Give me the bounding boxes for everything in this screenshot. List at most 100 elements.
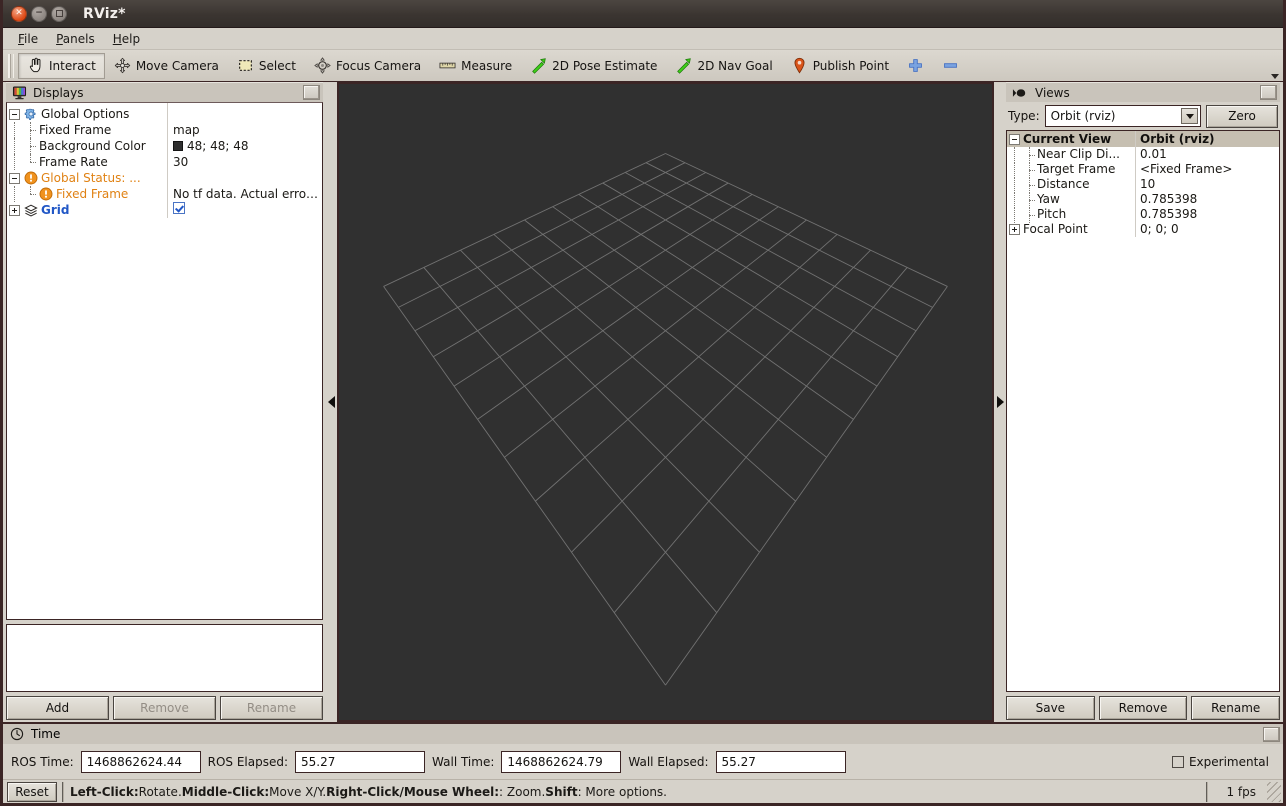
wall-time-input[interactable]: 1468862624.79: [501, 751, 621, 773]
views-panel-close-button[interactable]: [1260, 85, 1277, 100]
ros-time-input[interactable]: 1468862624.44: [81, 751, 201, 773]
menu-file[interactable]: File: [9, 30, 47, 48]
experimental-checkbox[interactable]: [1172, 756, 1184, 768]
views-row-near-clip-distance[interactable]: Near Clip Di... 0.01: [1007, 147, 1279, 162]
add-display-button[interactable]: Add: [6, 696, 109, 720]
views-row-focal-point[interactable]: Focal Point 0; 0; 0: [1007, 222, 1279, 237]
views-row-yaw[interactable]: Yaw 0.785398: [1007, 192, 1279, 207]
window-maximize-button[interactable]: [51, 6, 67, 22]
minus-icon: [942, 57, 959, 74]
remove-display-button[interactable]: Remove: [113, 696, 216, 720]
expander-collapse-icon[interactable]: [1009, 134, 1020, 145]
tool-remove-tool-button[interactable]: [933, 53, 968, 79]
views-label: Target Frame: [1037, 162, 1115, 177]
views-value-near-clip[interactable]: 0.01: [1135, 147, 1279, 162]
left-splitter-handle[interactable]: [325, 82, 337, 722]
rename-display-button[interactable]: Rename: [220, 696, 323, 720]
views-label: Pitch: [1037, 207, 1066, 222]
tree-value-frame-rate[interactable]: 30: [167, 154, 322, 170]
views-row-current-view[interactable]: Current View Orbit (rviz): [1007, 131, 1279, 147]
expander-collapse-icon[interactable]: [9, 109, 20, 120]
displays-panel-title: Displays: [33, 86, 303, 100]
displays-tree: Global Options Fixed Frame map: [7, 103, 322, 218]
chevron-down-icon[interactable]: [1181, 108, 1198, 124]
views-value-target-frame[interactable]: <Fixed Frame>: [1135, 162, 1279, 177]
window-close-button[interactable]: ✕: [11, 6, 27, 22]
wall-elapsed-input[interactable]: 55.27: [716, 751, 846, 773]
menu-help[interactable]: Help: [104, 30, 149, 48]
maximize-icon: [56, 10, 63, 17]
tool-add-tool-button[interactable]: [898, 53, 933, 79]
collapse-left-arrow-icon[interactable]: [328, 396, 335, 408]
time-fields-row: ROS Time: 1468862624.44 ROS Elapsed: 55.…: [3, 744, 1283, 779]
time-panel-header: Time: [3, 724, 1283, 744]
grid-enabled-checkbox[interactable]: [173, 202, 185, 214]
tree-row-background-color[interactable]: Background Color 48; 48; 48: [7, 138, 322, 154]
tree-value-fixed-frame[interactable]: map: [167, 122, 322, 138]
hint-text: Move X/Y.: [269, 785, 326, 799]
tree-value-background-color[interactable]: 48; 48; 48: [167, 138, 322, 154]
remove-view-button[interactable]: Remove: [1099, 696, 1188, 720]
reset-button[interactable]: Reset: [7, 782, 57, 802]
render-viewport[interactable]: [337, 82, 994, 722]
right-splitter-handle[interactable]: [994, 82, 1006, 722]
rename-view-button[interactable]: Rename: [1191, 696, 1280, 720]
views-row-pitch[interactable]: Pitch 0.785398: [1007, 207, 1279, 222]
menu-panels[interactable]: Panels: [47, 30, 104, 48]
tool-select[interactable]: Select: [228, 53, 305, 79]
tool-interact-label: Interact: [49, 59, 96, 73]
tool-measure[interactable]: Measure: [430, 53, 521, 79]
tool-move-camera[interactable]: Move Camera: [105, 53, 228, 79]
toolbar-overflow-arrow-icon[interactable]: [1271, 74, 1279, 79]
displays-tree-container[interactable]: Global Options Fixed Frame map: [6, 102, 323, 620]
views-tree: Current View Orbit (rviz) Near Clip Di..…: [1007, 131, 1279, 237]
views-row-target-frame[interactable]: Target Frame <Fixed Frame>: [1007, 162, 1279, 177]
wall-time-label: Wall Time:: [432, 755, 494, 769]
displays-panel-close-button[interactable]: [303, 85, 320, 100]
resize-grip-icon[interactable]: [1267, 782, 1281, 802]
tree-row-global-status[interactable]: Global Status: ...: [7, 170, 322, 186]
gear-icon: [24, 107, 38, 121]
collapse-right-arrow-icon[interactable]: [997, 396, 1004, 408]
views-row-distance[interactable]: Distance 10: [1007, 177, 1279, 192]
views-value: Orbit (rviz): [1135, 131, 1279, 147]
displays-panel-header: Displays: [6, 82, 323, 102]
tool-interact[interactable]: Interact: [18, 53, 105, 79]
expander-expand-icon[interactable]: [1009, 224, 1020, 235]
views-label: Focal Point: [1023, 222, 1088, 237]
tree-row-fixed-frame[interactable]: Fixed Frame map: [7, 122, 322, 138]
tree-row-status-fixed-frame[interactable]: Fixed Frame No tf data. Actual erro…: [7, 186, 322, 202]
views-value-distance[interactable]: 10: [1135, 177, 1279, 192]
save-view-button[interactable]: Save: [1006, 696, 1095, 720]
tree-row-frame-rate[interactable]: Frame Rate 30: [7, 154, 322, 170]
zero-view-button[interactable]: Zero: [1206, 105, 1278, 128]
views-tree-container[interactable]: Current View Orbit (rviz) Near Clip Di..…: [1006, 130, 1280, 692]
tree-row-global-options[interactable]: Global Options: [7, 106, 322, 122]
views-value-yaw[interactable]: 0.785398: [1135, 192, 1279, 207]
views-value-focal-point[interactable]: 0; 0; 0: [1135, 222, 1279, 237]
map-pin-icon: [791, 57, 808, 74]
view-type-dropdown[interactable]: Orbit (rviz): [1045, 105, 1201, 127]
window-minimize-button[interactable]: −: [31, 6, 47, 22]
experimental-toggle[interactable]: Experimental: [1172, 755, 1275, 769]
hint-text: Rotate.: [139, 785, 182, 799]
tree-value-grid-enabled[interactable]: [167, 202, 322, 218]
views-value-pitch[interactable]: 0.785398: [1135, 207, 1279, 222]
toolbar-drag-handle[interactable]: [8, 54, 14, 78]
tree-label: Frame Rate: [39, 154, 108, 170]
tool-2d-nav-goal[interactable]: 2D Nav Goal: [666, 53, 781, 79]
plus-icon: [907, 57, 924, 74]
views-column-divider[interactable]: [1135, 131, 1136, 237]
tool-publish-point[interactable]: Publish Point: [782, 53, 898, 79]
expander-expand-icon[interactable]: [9, 205, 20, 216]
grid-3d-canvas[interactable]: [339, 84, 992, 697]
views-panel-title: Views: [1035, 86, 1260, 100]
tree-value-status-message[interactable]: No tf data. Actual erro…: [167, 186, 322, 202]
tool-2d-pose-estimate[interactable]: 2D Pose Estimate: [521, 53, 666, 79]
tool-focus-camera[interactable]: Focus Camera: [305, 53, 430, 79]
tree-row-grid[interactable]: Grid: [7, 202, 322, 218]
time-panel-close-button[interactable]: [1263, 727, 1280, 742]
ros-elapsed-input[interactable]: 55.27: [295, 751, 425, 773]
close-icon: ✕: [15, 9, 23, 18]
expander-collapse-icon[interactable]: [9, 173, 20, 184]
